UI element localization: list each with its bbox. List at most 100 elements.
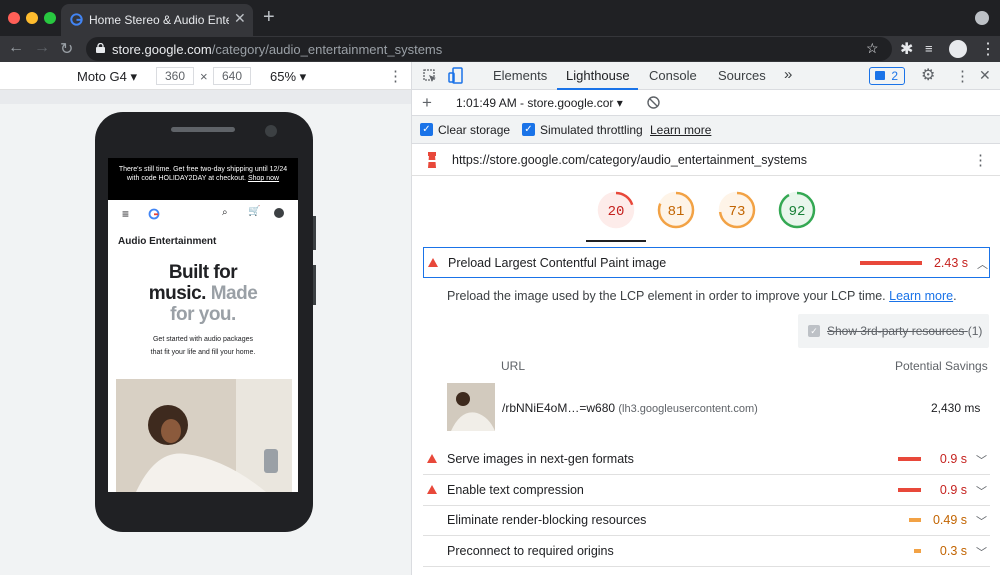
inspect-element-icon[interactable]: [423, 69, 437, 83]
browser-menu-icon[interactable]: ⋮: [980, 39, 996, 59]
hero-heading: Built for music. Made for you.: [108, 262, 298, 325]
phone-side-button: [313, 216, 316, 250]
score-gauge-best-practices[interactable]: 73: [717, 190, 757, 230]
audit-title: Enable text compression: [447, 483, 584, 497]
third-party-filter[interactable]: ✓ Show 3rd-party resources (1): [798, 314, 989, 348]
google-logo-icon[interactable]: [148, 208, 160, 220]
url-host: store.google.com: [112, 42, 212, 57]
audit-savings-bar: [914, 549, 921, 553]
lighthouse-icon: [428, 152, 436, 168]
report-select[interactable]: 1:01:49 AM - store.google.cor: [456, 96, 613, 110]
shop-now-link[interactable]: Shop now: [248, 175, 279, 182]
hero-line-3: for you.: [170, 304, 236, 325]
audit-savings-bar: [898, 457, 921, 461]
devtools-more-icon[interactable]: ⋮: [955, 67, 970, 85]
phone-volume-button: [313, 265, 316, 305]
chevron-down-icon[interactable]: ﹀: [976, 483, 987, 499]
issues-badge[interactable]: 2: [869, 67, 905, 85]
resource-thumbnail: [447, 383, 495, 431]
media-query-ruler[interactable]: [0, 90, 411, 104]
device-height-input[interactable]: 640: [213, 67, 251, 85]
audit-learn-more-link[interactable]: Learn more: [889, 289, 953, 303]
hero-photo: [116, 379, 292, 492]
issues-icon: [875, 71, 885, 80]
clear-reports-icon[interactable]: [647, 96, 660, 109]
tab-close-icon[interactable]: ✕: [234, 10, 246, 27]
forward-arrow-icon[interactable]: →: [34, 39, 50, 57]
clear-storage-checkbox[interactable]: ✓: [420, 123, 433, 136]
score-gauge-accessibility[interactable]: 81: [656, 190, 696, 230]
reload-icon[interactable]: ↻: [60, 39, 73, 59]
extensions-icon[interactable]: ✱: [900, 39, 913, 59]
zoom-select[interactable]: 65%: [270, 69, 296, 84]
resource-path: /rbNNiE4oM…=w680: [502, 401, 616, 415]
resource-url[interactable]: /rbNNiE4oM…=w680 (lh3.googleusercontent.…: [502, 401, 758, 415]
score-gauge-performance[interactable]: 20: [596, 190, 636, 230]
lighthouse-options: ✓ Clear storage ✓ Simulated throttling L…: [411, 116, 1000, 144]
audit-savings-value: 0.9 s: [939, 483, 967, 497]
profile-avatar-icon[interactable]: [949, 40, 967, 58]
chevron-down-icon[interactable]: ﹀: [976, 452, 987, 468]
device-select[interactable]: Moto G4: [77, 69, 127, 84]
hamburger-menu-icon[interactable]: ≡: [122, 207, 129, 221]
score-gauge-seo[interactable]: 92: [777, 190, 817, 230]
audit-savings-value: 2.43 s: [933, 256, 968, 270]
new-tab-button[interactable]: +: [263, 6, 275, 29]
chevron-down-icon[interactable]: ﹀: [976, 513, 987, 529]
cart-icon[interactable]: 🛒: [248, 206, 260, 217]
bookmark-star-icon[interactable]: ☆: [866, 40, 879, 57]
report-url: https://store.google.com/category/audio_…: [452, 153, 808, 167]
audit-title: Preconnect to required origins: [447, 544, 614, 558]
settings-gear-icon[interactable]: ⚙: [921, 65, 935, 85]
tab-lighthouse[interactable]: Lighthouse: [566, 68, 630, 83]
learn-more-link[interactable]: Learn more: [650, 123, 711, 137]
audit-description: Preload the image used by the LCP elemen…: [447, 289, 957, 303]
media-queue-icon[interactable]: ≡: [925, 41, 933, 56]
tab-console[interactable]: Console: [649, 68, 697, 83]
tab-search-icon[interactable]: [975, 11, 989, 25]
third-party-checkbox[interactable]: ✓: [808, 325, 820, 337]
tab-title: Home Stereo & Audio Entertainment: [89, 13, 229, 27]
audit-row[interactable]: Serve images in next-gen formats 0.9 s ﹀: [423, 444, 990, 475]
close-window-button[interactable]: [8, 12, 20, 24]
fail-triangle-icon: [427, 485, 437, 494]
search-icon[interactable]: ⌕: [222, 207, 228, 218]
maximize-window-button[interactable]: [44, 12, 56, 24]
resource-savings: 2,430 ms: [931, 401, 981, 415]
store-header: ≡ ⌕ 🛒: [108, 200, 298, 228]
third-party-count: (1): [967, 324, 983, 338]
audit-savings-bar: [898, 488, 921, 492]
audit-row[interactable]: Preload Largest Contentful Paint image 2.…: [423, 247, 990, 278]
address-bar[interactable]: store.google.com/category/audio_entertai…: [86, 37, 892, 61]
simulated-throttling-checkbox[interactable]: ✓: [522, 123, 535, 136]
more-tabs-button[interactable]: »: [784, 66, 792, 83]
gauge-score: 92: [789, 204, 806, 220]
audit-row[interactable]: Enable text compression 0.9 s ﹀: [423, 475, 990, 506]
fail-triangle-icon: [427, 454, 437, 463]
audit-description-text: Preload the image used by the LCP elemen…: [447, 289, 886, 303]
new-report-icon[interactable]: +: [422, 93, 432, 113]
account-icon[interactable]: [274, 208, 284, 218]
gauge-score: 73: [729, 204, 746, 220]
report-menu-icon[interactable]: ⋮: [973, 151, 988, 169]
audit-row[interactable]: Preconnect to required origins 0.3 s ﹀: [423, 536, 990, 567]
browser-tab[interactable]: Home Stereo & Audio Entertainment ✕: [61, 4, 253, 36]
google-favicon-icon: [70, 13, 83, 26]
chevron-down-icon[interactable]: ﹀: [976, 544, 987, 560]
audit-title: Eliminate render-blocking resources: [447, 513, 647, 527]
device-toggle-icon[interactable]: [448, 67, 464, 84]
minimize-window-button[interactable]: [26, 12, 38, 24]
chevron-up-icon[interactable]: ︿: [977, 256, 988, 272]
audit-savings-value: 0.9 s: [939, 452, 967, 466]
device-toolbar: Moto G4 ▾ 360 × 640 65% ▾ ⋮: [0, 62, 411, 90]
audit-row[interactable]: Eliminate render-blocking resources 0.49 …: [423, 505, 990, 536]
close-devtools-icon[interactable]: ✕: [979, 67, 991, 84]
device-width-input[interactable]: 360: [156, 67, 194, 85]
gauge-score: 20: [608, 204, 625, 220]
hero-line-1: Built for: [168, 262, 238, 283]
device-more-icon[interactable]: ⋮: [388, 67, 403, 85]
back-arrow-icon[interactable]: ←: [8, 39, 24, 57]
issues-count: 2: [891, 69, 898, 83]
tab-elements[interactable]: Elements: [493, 68, 547, 83]
tab-sources[interactable]: Sources: [718, 68, 766, 83]
